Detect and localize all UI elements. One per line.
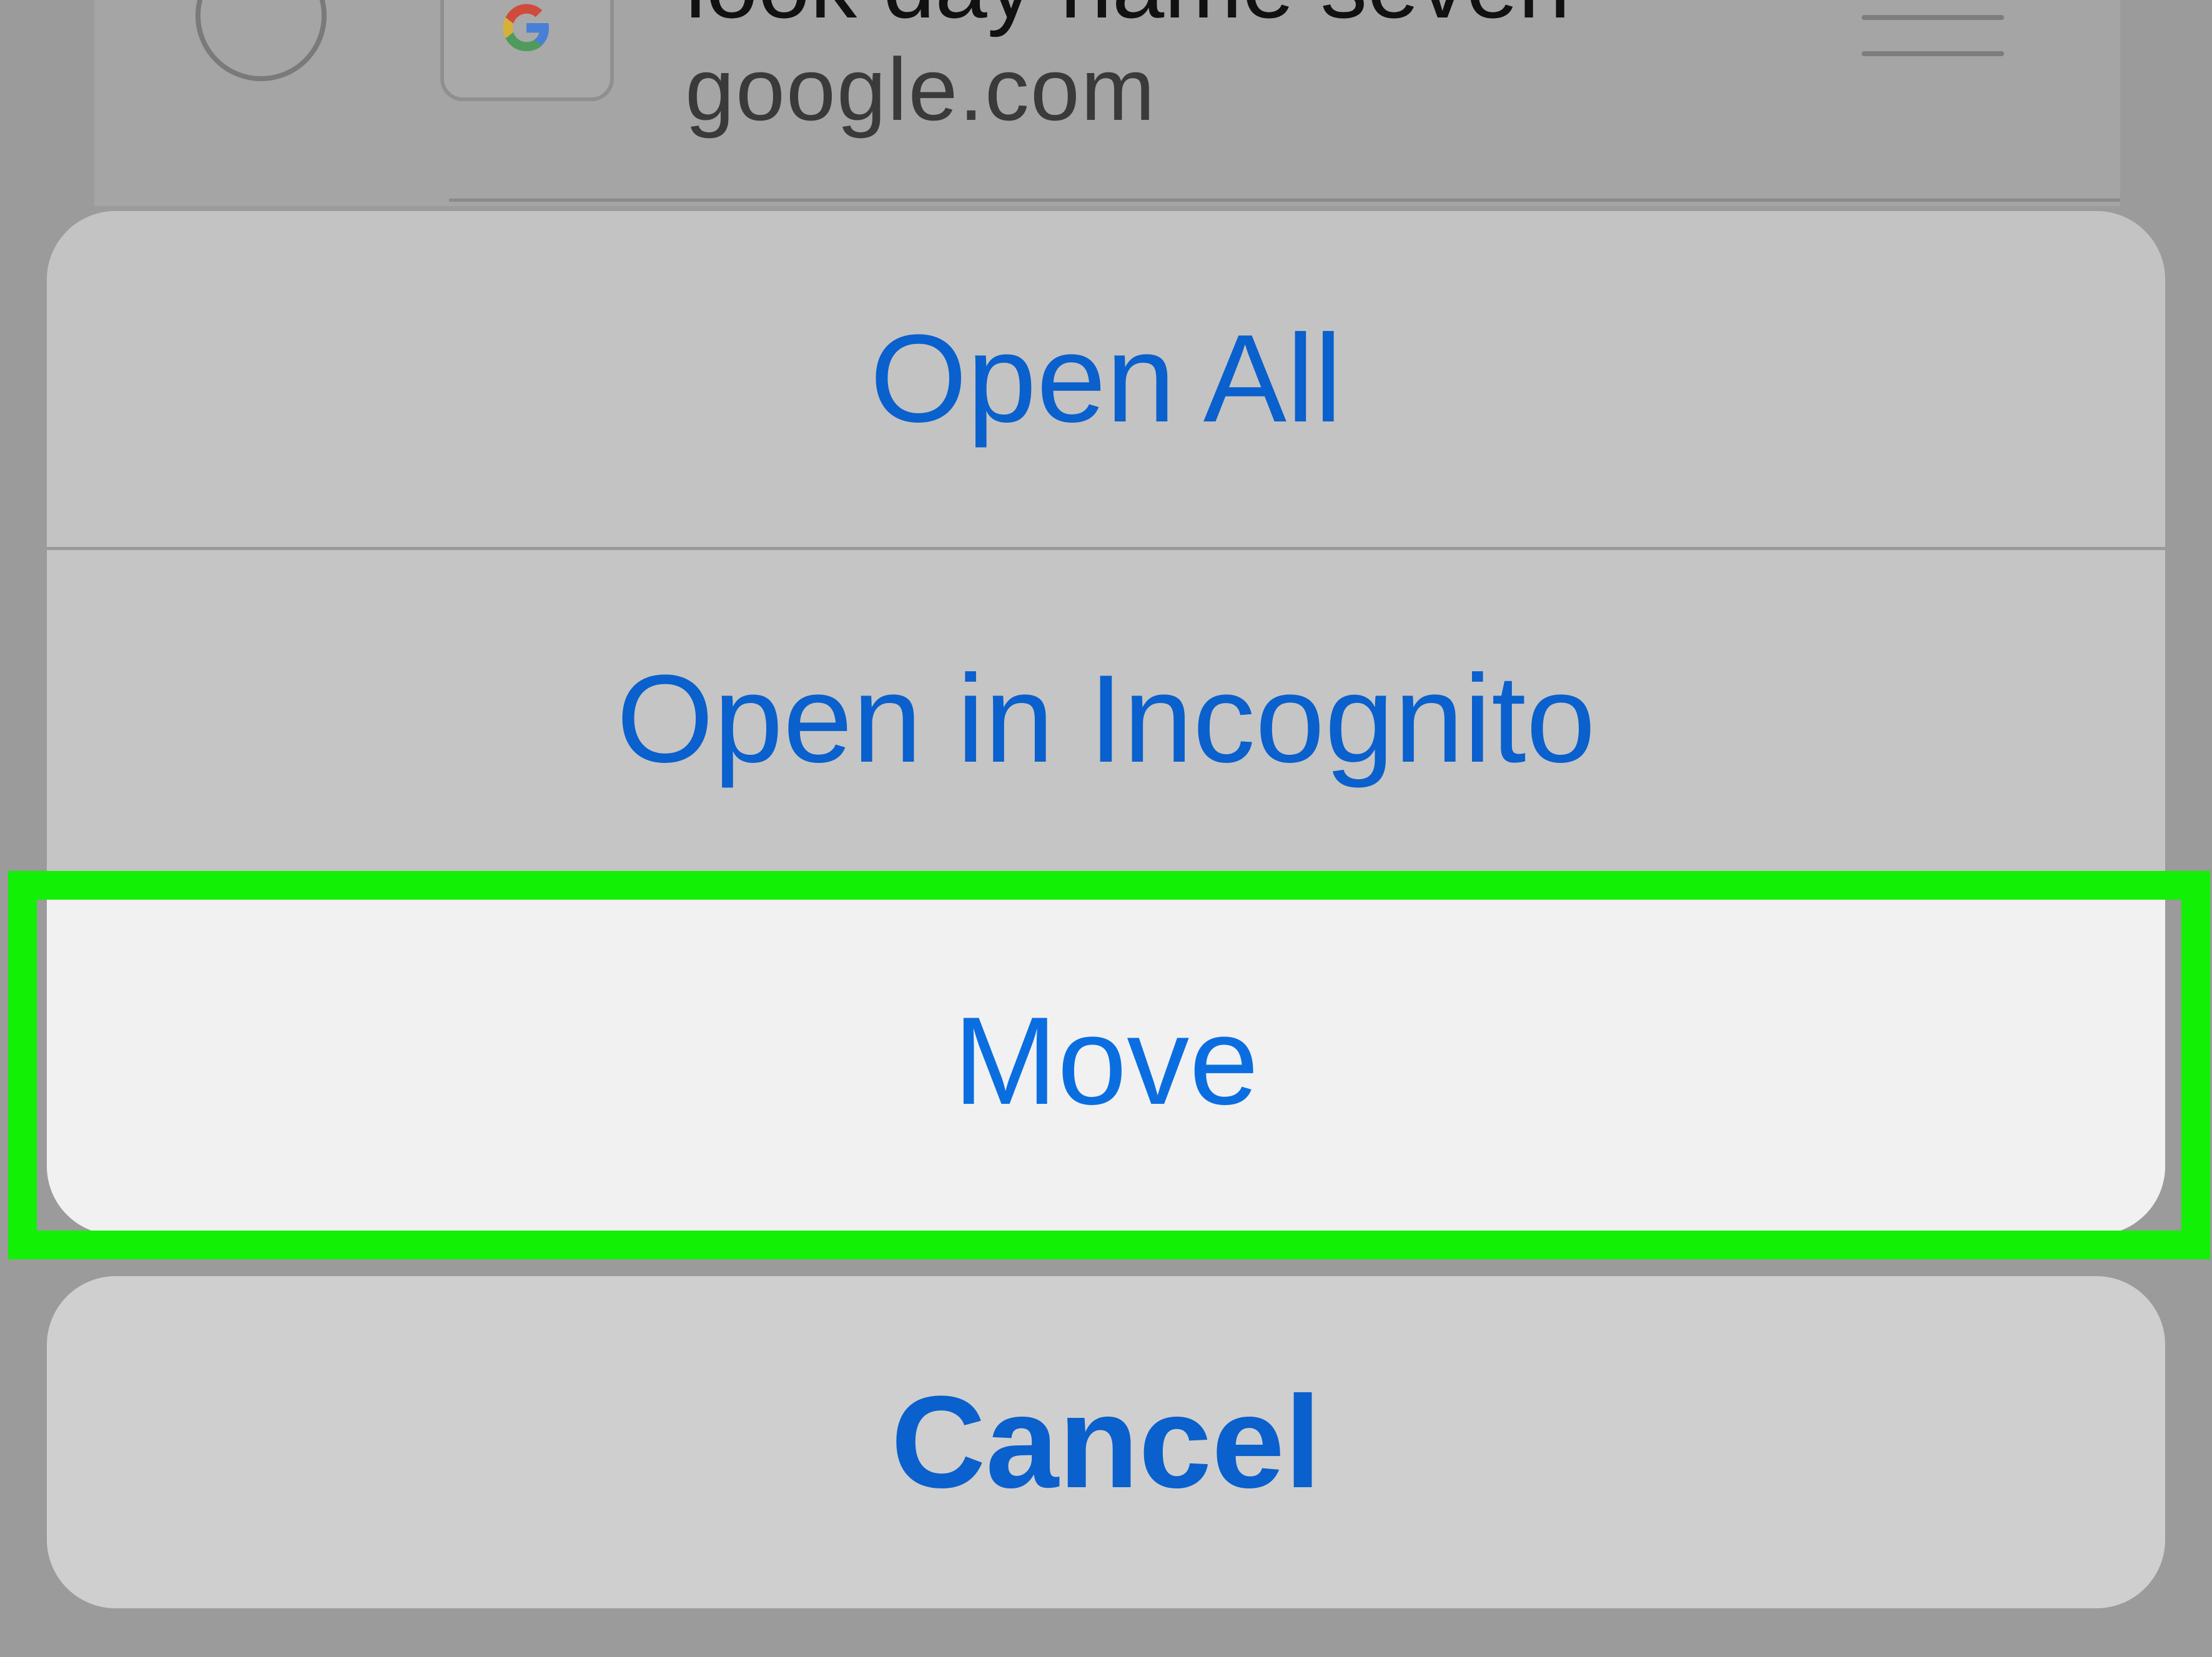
bookmark-title: look day name seven [685,0,1571,39]
select-circle-icon [195,0,327,81]
action-divider [47,547,2165,550]
bookmark-row: look day name seven google.com [94,0,2120,200]
google-favicon-icon [440,0,614,101]
row-divider [449,199,2120,202]
move-button[interactable]: Move [47,888,2165,1235]
google-g-icon [503,4,549,51]
bookmark-url: google.com [685,40,1157,139]
open-in-incognito-button[interactable]: Open in Incognito [47,551,2165,888]
open-all-button[interactable]: Open All [47,211,2165,547]
cancel-button[interactable]: Cancel [47,1276,2165,1608]
action-sheet: Open All Open in Incognito Move [47,211,2165,1235]
bookmark-list-background: look day name seven google.com [94,0,2120,206]
reorder-handle-icon [1862,15,2004,59]
